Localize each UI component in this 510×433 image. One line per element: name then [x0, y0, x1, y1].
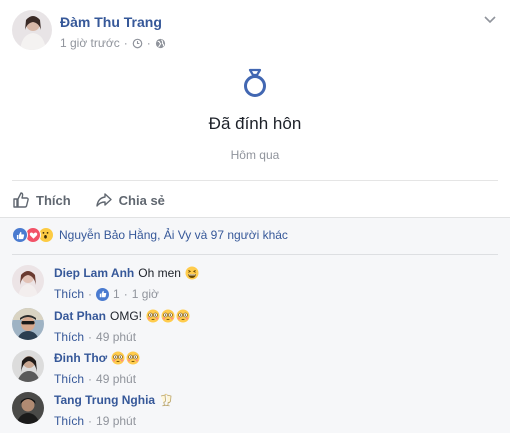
commenter-name[interactable]: Tang Trung Nghia — [54, 393, 155, 407]
post-actions: Thích Chia sẻ — [12, 188, 165, 212]
commenter-avatar[interactable] — [12, 265, 44, 297]
reactions-text[interactable]: Nguyễn Bảo Hằng, Ải Vy và 97 người khác — [59, 228, 288, 242]
commenter-avatar[interactable] — [12, 308, 44, 340]
clock-icon — [132, 38, 143, 49]
comment-item: Diep Lam Anh Oh men Thích · 1 · 1 giờ — [12, 265, 498, 305]
flushed-emoji-icon — [176, 309, 190, 323]
comment-like-count[interactable]: 1 — [113, 287, 120, 301]
like-count-icon — [96, 287, 110, 301]
share-icon — [95, 193, 112, 207]
post-header: Đàm Thu Trang 1 giờ trước · · — [12, 10, 498, 54]
commenter-name[interactable]: Diep Lam Anh — [54, 266, 134, 280]
share-button-label: Chia sẻ — [118, 192, 165, 208]
comment-item: Dat Phan OMG! Thích · 49 phút — [12, 308, 498, 348]
commenter-name[interactable]: Dat Phan — [54, 309, 106, 323]
meta-separator: · — [123, 287, 128, 301]
comment-item: Tang Trung Nghia Thích · 19 phút — [12, 392, 498, 432]
meta-separator-2: · — [146, 36, 151, 50]
comment-time[interactable]: 49 phút — [96, 372, 136, 386]
share-button[interactable]: Chia sẻ — [95, 191, 165, 209]
flushed-emoji-icon — [111, 351, 125, 365]
flushed-emoji-icon — [161, 309, 175, 323]
flushed-emoji-icon — [146, 309, 160, 323]
meta-separator: · — [88, 372, 93, 386]
like-button[interactable]: Thích — [12, 191, 71, 209]
reactions-summary[interactable]: Nguyễn Bảo Hằng, Ải Vy và 97 người khác — [12, 227, 288, 243]
post-meta: 1 giờ trước · · — [60, 36, 166, 50]
event-date: Hôm qua — [230, 148, 280, 162]
comment-like-button[interactable]: Thích — [54, 414, 84, 428]
author-avatar[interactable] — [12, 10, 52, 50]
meta-separator: · — [88, 330, 93, 344]
event-title: Đã đính hôn — [208, 114, 302, 133]
post-time[interactable]: 1 giờ trước — [60, 36, 120, 50]
comment-time[interactable]: 19 phút — [96, 414, 136, 428]
like-reaction-icon — [12, 227, 28, 243]
comment-time[interactable]: 49 phút — [96, 330, 136, 344]
author-name[interactable]: Đàm Thu Trang — [60, 14, 166, 30]
post-card: Đàm Thu Trang 1 giờ trước · · Đã đính hô… — [0, 0, 510, 433]
commenter-name[interactable]: Đinh Thơ — [54, 351, 107, 365]
flushed-emoji-icon — [126, 351, 140, 365]
comment-text: OMG! — [110, 309, 143, 323]
chevron-down-icon[interactable] — [482, 12, 498, 28]
comment-item: Đinh Thơ Thích · 49 phút — [12, 350, 498, 390]
divider — [12, 254, 498, 255]
life-event: Đã đính hôn Hôm qua — [0, 68, 510, 162]
comment-text: Oh men — [138, 266, 181, 280]
clinking-glasses-emoji-icon — [159, 393, 173, 407]
globe-icon[interactable] — [155, 38, 166, 49]
meta-separator: · — [88, 287, 93, 301]
comment-time[interactable]: 1 giờ — [132, 287, 159, 301]
meta-separator: · — [123, 36, 128, 50]
like-button-label: Thích — [36, 192, 71, 208]
comment-like-button[interactable]: Thích — [54, 330, 84, 344]
ring-icon — [242, 68, 268, 98]
commenter-avatar[interactable] — [12, 350, 44, 382]
divider — [12, 180, 498, 181]
comment-like-button[interactable]: Thích — [54, 372, 84, 386]
grinning-squint-emoji-icon — [185, 266, 199, 280]
commenter-avatar[interactable] — [12, 392, 44, 424]
like-icon — [13, 192, 29, 208]
meta-separator: · — [88, 414, 93, 428]
comment-like-button[interactable]: Thích — [54, 287, 84, 301]
